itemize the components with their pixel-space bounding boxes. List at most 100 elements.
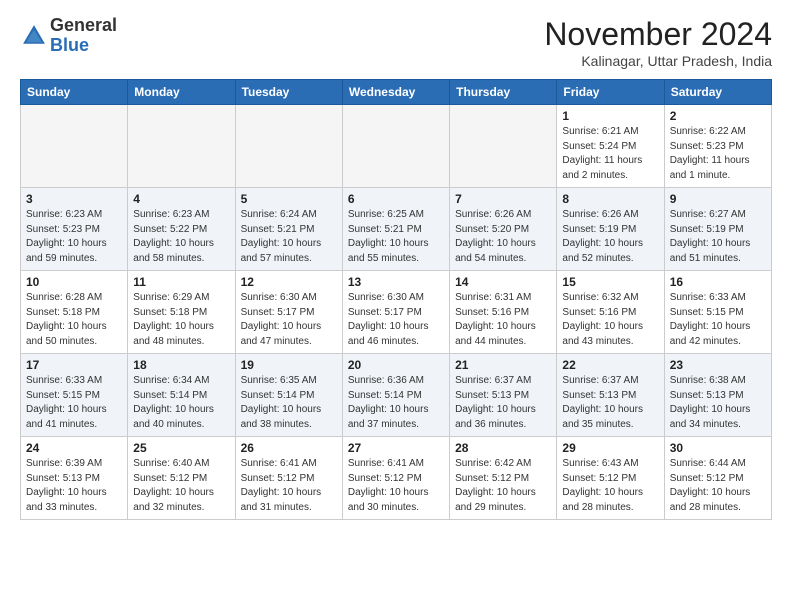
calendar-day-header: Thursday (450, 80, 557, 105)
day-info: Sunrise: 6:42 AMSunset: 5:12 PMDaylight:… (455, 457, 551, 515)
page: General Blue November 2024 Kalinagar, Ut… (0, 0, 792, 532)
day-number: 28 (455, 441, 551, 455)
day-info: Sunrise: 6:28 AMSunset: 5:18 PMDaylight:… (26, 291, 122, 349)
day-number: 22 (562, 358, 658, 372)
calendar-cell: 25 Sunrise: 6:40 AMSunset: 5:12 PMDayligh… (128, 437, 235, 520)
day-number: 12 (241, 275, 337, 289)
day-info: Sunrise: 6:29 AMSunset: 5:18 PMDaylight:… (133, 291, 229, 349)
calendar-cell: 23Sunrise: 6:38 AMSunset: 5:13 PMDayligh… (664, 354, 771, 437)
header: General Blue November 2024 Kalinagar, Ut… (20, 16, 772, 69)
day-info: Sunrise: 6:25 AMSunset: 5:21 PMDaylight:… (348, 208, 444, 266)
day-number: 11 (133, 275, 229, 289)
calendar-week-row: 17 Sunrise: 6:33 AMSunset: 5:15 PMDayligh… (21, 354, 772, 437)
day-info: Sunrise: 6:34 AMSunset: 5:14 PMDaylight:… (133, 374, 229, 432)
day-info: Sunrise: 6:23 AMSunset: 5:22 PMDaylight:… (133, 208, 229, 266)
calendar-cell: 8Sunrise: 6:26 AMSunset: 5:19 PMDaylight… (557, 188, 664, 271)
day-number: 2 (670, 109, 766, 123)
day-info: Sunrise: 6:30 AMSunset: 5:17 PMDaylight:… (241, 291, 337, 349)
day-info: Sunrise: 6:24 AMSunset: 5:21 PMDaylight:… (241, 208, 337, 266)
calendar-day-header: Sunday (21, 80, 128, 105)
day-number: 24 (26, 441, 122, 455)
calendar-cell: 1Sunrise: 6:21 AMSunset: 5:24 PMDaylight… (557, 105, 664, 188)
day-number: 26 (241, 441, 337, 455)
day-number: 6 (348, 192, 444, 206)
calendar-cell (450, 105, 557, 188)
day-info: Sunrise: 6:40 AMSunset: 5:12 PMDaylight:… (133, 457, 229, 515)
day-number: 5 (241, 192, 337, 206)
day-info: Sunrise: 6:26 AMSunset: 5:20 PMDaylight:… (455, 208, 551, 266)
day-number: 13 (348, 275, 444, 289)
day-info: Sunrise: 6:37 AMSunset: 5:13 PMDaylight:… (455, 374, 551, 432)
calendar-cell: 12 Sunrise: 6:30 AMSunset: 5:17 PMDayligh… (235, 271, 342, 354)
day-number: 18 (133, 358, 229, 372)
calendar-cell: 5 Sunrise: 6:24 AMSunset: 5:21 PMDaylight… (235, 188, 342, 271)
calendar-cell: 11 Sunrise: 6:29 AMSunset: 5:18 PMDayligh… (128, 271, 235, 354)
logo: General Blue (20, 16, 117, 56)
day-info: Sunrise: 6:35 AMSunset: 5:14 PMDaylight:… (241, 374, 337, 432)
day-number: 16 (670, 275, 766, 289)
day-info: Sunrise: 6:36 AMSunset: 5:14 PMDaylight:… (348, 374, 444, 432)
calendar-cell: 22Sunrise: 6:37 AMSunset: 5:13 PMDayligh… (557, 354, 664, 437)
calendar-cell: 4 Sunrise: 6:23 AMSunset: 5:22 PMDaylight… (128, 188, 235, 271)
calendar-cell: 29Sunrise: 6:43 AMSunset: 5:12 PMDayligh… (557, 437, 664, 520)
calendar-day-header: Friday (557, 80, 664, 105)
day-number: 10 (26, 275, 122, 289)
day-info: Sunrise: 6:32 AMSunset: 5:16 PMDaylight:… (562, 291, 658, 349)
day-number: 17 (26, 358, 122, 372)
calendar-cell: 21 Sunrise: 6:37 AMSunset: 5:13 PMDayligh… (450, 354, 557, 437)
day-info: Sunrise: 6:21 AMSunset: 5:24 PMDaylight:… (562, 125, 658, 183)
calendar-cell: 13 Sunrise: 6:30 AMSunset: 5:17 PMDayligh… (342, 271, 449, 354)
calendar-cell (235, 105, 342, 188)
day-number: 25 (133, 441, 229, 455)
logo-blue-text: Blue (50, 35, 89, 55)
day-info: Sunrise: 6:33 AMSunset: 5:15 PMDaylight:… (26, 374, 122, 432)
calendar-cell: 30Sunrise: 6:44 AMSunset: 5:12 PMDayligh… (664, 437, 771, 520)
day-number: 7 (455, 192, 551, 206)
location-subtitle: Kalinagar, Uttar Pradesh, India (544, 53, 772, 69)
calendar-cell: 17 Sunrise: 6:33 AMSunset: 5:15 PMDayligh… (21, 354, 128, 437)
day-number: 29 (562, 441, 658, 455)
calendar-cell: 7 Sunrise: 6:26 AMSunset: 5:20 PMDaylight… (450, 188, 557, 271)
day-info: Sunrise: 6:33 AMSunset: 5:15 PMDaylight:… (670, 291, 766, 349)
calendar-day-header: Tuesday (235, 80, 342, 105)
day-number: 3 (26, 192, 122, 206)
title-block: November 2024 Kalinagar, Uttar Pradesh, … (544, 16, 772, 69)
calendar-cell: 19 Sunrise: 6:35 AMSunset: 5:14 PMDayligh… (235, 354, 342, 437)
day-number: 4 (133, 192, 229, 206)
calendar-header-row: SundayMondayTuesdayWednesdayThursdayFrid… (21, 80, 772, 105)
calendar-week-row: 1Sunrise: 6:21 AMSunset: 5:24 PMDaylight… (21, 105, 772, 188)
calendar-cell: 20 Sunrise: 6:36 AMSunset: 5:14 PMDayligh… (342, 354, 449, 437)
day-info: Sunrise: 6:41 AMSunset: 5:12 PMDaylight:… (348, 457, 444, 515)
calendar-cell: 28 Sunrise: 6:42 AMSunset: 5:12 PMDayligh… (450, 437, 557, 520)
calendar-cell: 18 Sunrise: 6:34 AMSunset: 5:14 PMDayligh… (128, 354, 235, 437)
day-number: 21 (455, 358, 551, 372)
day-info: Sunrise: 6:44 AMSunset: 5:12 PMDaylight:… (670, 457, 766, 515)
calendar-cell: 6 Sunrise: 6:25 AMSunset: 5:21 PMDaylight… (342, 188, 449, 271)
day-info: Sunrise: 6:38 AMSunset: 5:13 PMDaylight:… (670, 374, 766, 432)
calendar-cell: 27Sunrise: 6:41 AMSunset: 5:12 PMDayligh… (342, 437, 449, 520)
calendar-day-header: Monday (128, 80, 235, 105)
calendar-cell: 2Sunrise: 6:22 AMSunset: 5:23 PMDaylight… (664, 105, 771, 188)
day-info: Sunrise: 6:30 AMSunset: 5:17 PMDaylight:… (348, 291, 444, 349)
logo-general-text: General (50, 15, 117, 35)
calendar-week-row: 3 Sunrise: 6:23 AMSunset: 5:23 PMDaylight… (21, 188, 772, 271)
calendar-day-header: Wednesday (342, 80, 449, 105)
calendar-cell: 24 Sunrise: 6:39 AMSunset: 5:13 PMDayligh… (21, 437, 128, 520)
day-number: 19 (241, 358, 337, 372)
day-number: 9 (670, 192, 766, 206)
day-info: Sunrise: 6:27 AMSunset: 5:19 PMDaylight:… (670, 208, 766, 266)
day-info: Sunrise: 6:23 AMSunset: 5:23 PMDaylight:… (26, 208, 122, 266)
month-title: November 2024 (544, 16, 772, 53)
day-number: 14 (455, 275, 551, 289)
day-number: 15 (562, 275, 658, 289)
calendar-table: SundayMondayTuesdayWednesdayThursdayFrid… (20, 79, 772, 520)
calendar-cell (21, 105, 128, 188)
day-info: Sunrise: 6:41 AMSunset: 5:12 PMDaylight:… (241, 457, 337, 515)
calendar-cell (128, 105, 235, 188)
calendar-cell: 16 Sunrise: 6:33 AMSunset: 5:15 PMDayligh… (664, 271, 771, 354)
day-number: 20 (348, 358, 444, 372)
calendar-cell: 10 Sunrise: 6:28 AMSunset: 5:18 PMDayligh… (21, 271, 128, 354)
day-info: Sunrise: 6:39 AMSunset: 5:13 PMDaylight:… (26, 457, 122, 515)
calendar-cell: 26 Sunrise: 6:41 AMSunset: 5:12 PMDayligh… (235, 437, 342, 520)
calendar-cell: 3 Sunrise: 6:23 AMSunset: 5:23 PMDaylight… (21, 188, 128, 271)
